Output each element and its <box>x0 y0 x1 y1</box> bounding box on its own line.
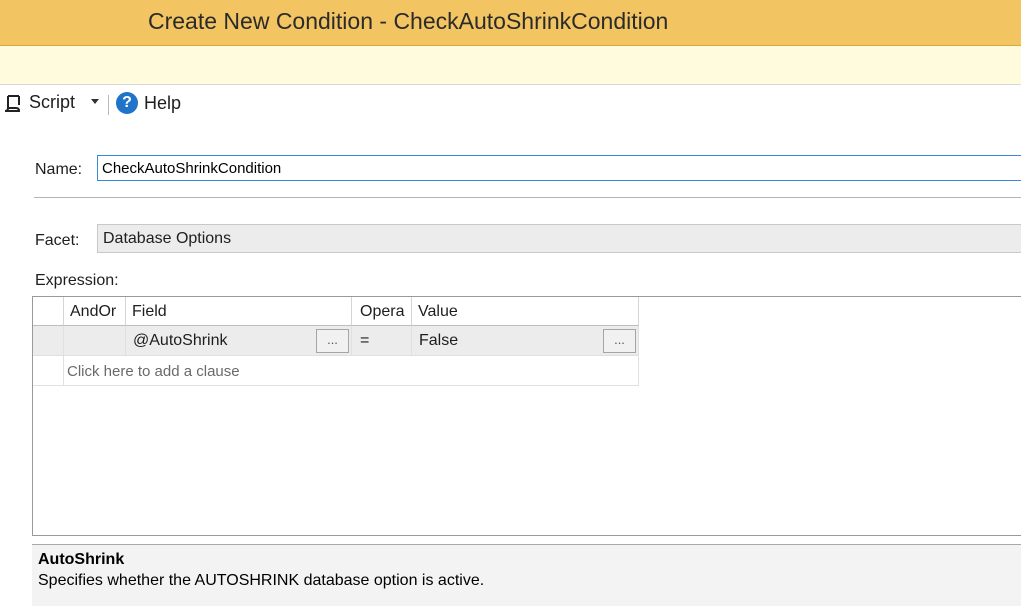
script-label: Script <box>29 92 76 112</box>
window-title: Create New Condition - CheckAutoShrinkCo… <box>148 8 669 34</box>
toolbar: Script ? Help <box>0 85 1021 123</box>
row-header-corner <box>33 297 64 326</box>
description-title: AutoShrink <box>38 551 125 568</box>
field-cell[interactable]: @AutoShrink <box>126 326 314 356</box>
chevron-down-icon[interactable] <box>91 99 99 104</box>
column-header-value: Value <box>412 297 602 326</box>
add-clause-text: Click here to add a clause <box>67 363 240 380</box>
row-selector[interactable] <box>33 326 64 356</box>
help-button[interactable]: ? Help <box>116 92 181 114</box>
field-button-cell: ... <box>314 326 352 356</box>
name-label: Name: <box>35 161 83 178</box>
message-bar <box>0 46 1021 85</box>
divider <box>34 197 1021 198</box>
column-header-field-button <box>314 297 352 326</box>
column-header-value-button <box>602 297 639 326</box>
name-field[interactable] <box>97 155 1021 181</box>
toolbar-separator <box>108 95 109 115</box>
column-header-andor: AndOr <box>64 297 126 326</box>
expression-label: Expression: <box>35 272 119 289</box>
facet-select[interactable]: Database Options <box>97 224 1021 253</box>
column-header-field: Field <box>126 297 314 326</box>
column-header-operator: Opera <box>352 297 412 326</box>
andor-cell[interactable] <box>64 326 126 356</box>
expression-grid: AndOr Field Opera Value @AutoShrink ... … <box>32 296 1021 536</box>
add-row-selector <box>33 356 64 386</box>
add-clause-row[interactable]: Click here to add a clause <box>64 356 639 386</box>
description-text: Specifies whether the AUTOSHRINK databas… <box>38 572 485 589</box>
field-ellipsis-button[interactable]: ... <box>316 329 349 353</box>
script-icon <box>4 94 21 112</box>
help-label: Help <box>144 92 182 113</box>
script-button[interactable]: Script <box>3 92 75 113</box>
operator-cell[interactable]: = <box>352 326 412 356</box>
value-cell[interactable]: False <box>412 326 602 356</box>
value-ellipsis-button[interactable]: ... <box>603 329 636 353</box>
description-panel: AutoShrink Specifies whether the AUTOSHR… <box>32 544 1021 606</box>
title-bar: Create New Condition - CheckAutoShrinkCo… <box>0 0 1021 46</box>
help-icon: ? <box>116 92 138 114</box>
facet-label: Facet: <box>35 232 80 249</box>
value-button-cell: ... <box>602 326 639 356</box>
